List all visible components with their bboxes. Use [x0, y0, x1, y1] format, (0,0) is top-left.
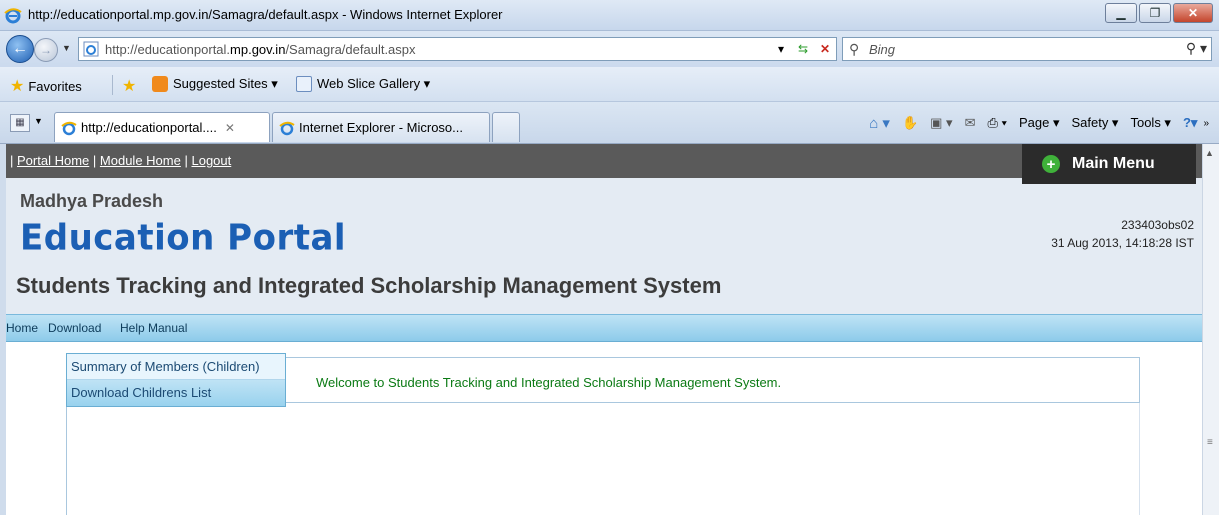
system-title: Students Tracking and Integrated Scholar… [16, 273, 722, 298]
tab-label: http://educationportal.... [81, 120, 217, 135]
web-slice-gallery-link[interactable]: Web Slice Gallery ▾ [296, 76, 430, 92]
minimize-icon: ▁ [1116, 6, 1126, 20]
portal-menubar: Home Download Help Manual [6, 314, 1202, 342]
web-slice-label: Web Slice Gallery ▾ [317, 76, 431, 91]
internet-explorer-icon [4, 8, 22, 24]
suggested-sites-icon [152, 76, 168, 92]
favorites-separator [112, 75, 113, 95]
close-button[interactable]: ✕ [1173, 3, 1213, 23]
home-icon[interactable]: ⌂ ▾ [869, 114, 890, 132]
suggested-sites-label: Suggested Sites ▾ [173, 76, 278, 91]
address-input[interactable]: http://educationportal.mp.gov.in/Samagra… [78, 37, 837, 61]
page-menu[interactable]: Page ▾ [1019, 115, 1060, 131]
hand-icon[interactable]: ✋ [902, 115, 918, 131]
back-button[interactable]: ← [6, 35, 34, 63]
address-row: ← → ▼ http://educationportal.mp.gov.in/S… [0, 31, 1219, 67]
mail-icon[interactable]: ✉ [965, 115, 976, 131]
web-slice-icon [296, 76, 312, 92]
maximize-button[interactable]: ❐ [1139, 3, 1171, 23]
favorites-button[interactable]: ★ Favorites [10, 76, 82, 96]
address-url: http://educationportal.mp.gov.in/Samagra… [105, 42, 416, 57]
portal-home-link[interactable]: Portal Home [17, 153, 89, 168]
scroll-up-icon[interactable]: ▲ [1205, 148, 1214, 158]
vertical-scrollbar[interactable]: ▲ ≡ [1202, 144, 1219, 515]
add-favorite-icon: ★ [122, 78, 137, 95]
command-bar: ⌂ ▾ ✋ ▣ ▾ ✉ ⎙ ▾ Page ▾ Safety ▾ Tools ▾ … [857, 114, 1209, 132]
favorites-star-icon: ★ [10, 78, 25, 95]
portal-logo-text: Education Portal [20, 217, 347, 259]
submenu-download-childrens-list[interactable]: Download Childrens List [67, 380, 285, 406]
feeds-icon[interactable]: ▣ ▾ [930, 115, 952, 131]
page-viewport: | Portal Home | Module Home | Logout Mad… [0, 144, 1202, 515]
tools-menu[interactable]: Tools ▾ [1130, 115, 1171, 131]
main-menu-label: Main Menu [1072, 155, 1155, 172]
search-icon: ⚲ [849, 41, 860, 57]
scroll-grip-icon[interactable]: ≡ [1207, 437, 1213, 448]
link-separator: | [92, 153, 97, 168]
main-menu-button[interactable]: + Main Menu [1022, 144, 1196, 184]
print-icon[interactable]: ⎙ ▾ [987, 115, 1006, 131]
welcome-message: Welcome to Students Tracking and Integra… [316, 375, 782, 390]
menu-download[interactable]: Download [48, 321, 101, 335]
tab-row: ▦ ▼ http://educationportal.... ✕ Interne… [0, 102, 1219, 144]
refresh-icon[interactable]: ⇆ [792, 42, 814, 56]
submenu-summary-members[interactable]: Summary of Members (Children) [67, 354, 285, 380]
link-separator: | [10, 153, 14, 168]
favorites-label: Favorites [28, 78, 82, 94]
safety-menu[interactable]: Safety ▾ [1071, 115, 1118, 131]
history-dropdown-icon[interactable]: ▼ [62, 43, 71, 53]
tab-label: Internet Explorer - Microso... [299, 120, 463, 135]
forward-arrow-icon: → [40, 43, 52, 57]
search-placeholder: Bing [869, 42, 896, 57]
back-arrow-icon: ← [12, 40, 28, 57]
session-datetime: 31 Aug 2013, 14:18:28 IST [1051, 236, 1194, 250]
tab-education-portal[interactable]: http://educationportal.... ✕ [54, 112, 270, 142]
window-titlebar: http://educationportal.mp.gov.in/Samagra… [0, 0, 1219, 31]
tab-ie-icon [61, 121, 77, 135]
menu-help-manual[interactable]: Help Manual [120, 321, 187, 335]
plus-icon: + [1042, 155, 1060, 173]
menu-home[interactable]: Home [6, 321, 38, 335]
module-home-link[interactable]: Module Home [100, 153, 181, 168]
state-name: Madhya Pradesh [20, 191, 164, 211]
close-icon: ✕ [1187, 6, 1199, 20]
portal-header: Madhya Pradesh Education Portal 233403ob… [6, 178, 1202, 314]
quick-tabs-icon[interactable]: ▦ [10, 114, 30, 132]
add-favorites-button[interactable]: ★ [122, 76, 140, 96]
tab-ie-icon [279, 121, 295, 135]
search-input[interactable]: ⚲ Bing ⚲ ▾ [842, 37, 1212, 61]
top-links: | Portal Home | Module Home | Logout [10, 153, 231, 168]
help-icon[interactable]: ?▾ [1183, 115, 1197, 131]
more-commands-icon[interactable]: » [1203, 118, 1209, 129]
link-separator: | [184, 153, 188, 168]
search-go-icon[interactable]: ⚲ ▾ [1186, 40, 1207, 57]
window-title: http://educationportal.mp.gov.in/Samagra… [28, 7, 503, 22]
download-submenu: Summary of Members (Children) Download C… [66, 353, 286, 407]
minimize-button[interactable]: ▁ [1105, 3, 1137, 23]
logout-link[interactable]: Logout [191, 153, 231, 168]
new-tab-button[interactable] [492, 112, 520, 142]
page-ie-icon [83, 41, 99, 57]
suggested-sites-link[interactable]: Suggested Sites ▾ [152, 76, 278, 92]
address-dropdown-icon[interactable]: ▾ [770, 42, 792, 56]
tab-close-icon[interactable]: ✕ [225, 121, 235, 135]
user-id: 233403obs02 [1121, 218, 1194, 232]
restore-icon: ❐ [1149, 6, 1161, 20]
forward-button[interactable]: → [34, 38, 58, 62]
tab-internet-explorer[interactable]: Internet Explorer - Microso... [272, 112, 490, 142]
tab-list-dropdown-icon[interactable]: ▼ [34, 116, 43, 126]
favorites-bar: ★ Favorites ★ Suggested Sites ▾ Web Slic… [0, 67, 1219, 102]
stop-icon[interactable]: ✕ [814, 42, 836, 56]
